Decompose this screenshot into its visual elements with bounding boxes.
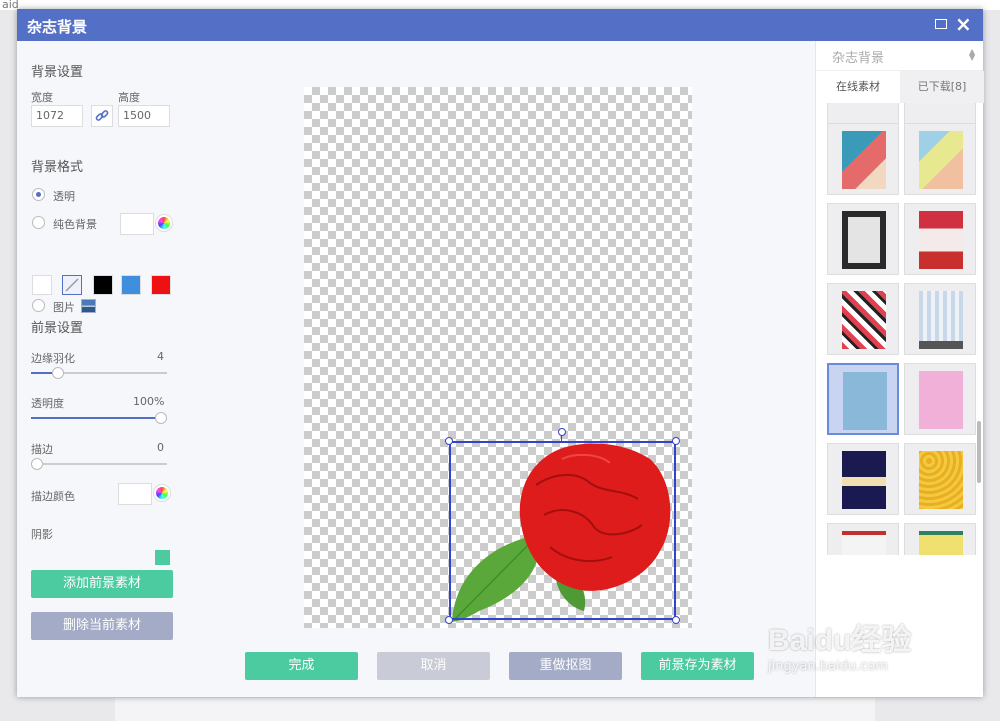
transparent-canvas[interactable] bbox=[304, 87, 692, 628]
swatch-white[interactable] bbox=[32, 275, 52, 295]
shadow-label: 阴影 bbox=[31, 528, 53, 541]
radio-solid[interactable] bbox=[32, 216, 45, 229]
stroke-slider[interactable] bbox=[31, 458, 167, 470]
selection-box[interactable] bbox=[449, 441, 676, 620]
cancel-button[interactable]: 取消 bbox=[377, 652, 490, 680]
color-wheel-icon[interactable] bbox=[156, 215, 172, 231]
feather-slider[interactable] bbox=[31, 367, 167, 379]
width-input[interactable]: 1072 bbox=[31, 105, 83, 127]
tab-downloaded[interactable]: 已下载[8] bbox=[900, 71, 984, 103]
settings-panel: 背景设置 宽度 高度 1072 1500 背景格式 透明 纯色背景 图片 前景设… bbox=[17, 41, 187, 697]
thumbnail[interactable] bbox=[904, 443, 976, 515]
radio-image-label: 图片 bbox=[53, 301, 75, 314]
canvas-stage: 完成 取消 重做抠图 前景存为素材 bbox=[187, 41, 815, 697]
thumbnail[interactable] bbox=[827, 123, 899, 195]
radio-image[interactable] bbox=[32, 299, 45, 312]
thumbnail-selected[interactable] bbox=[827, 363, 899, 435]
radio-transparent[interactable] bbox=[32, 188, 45, 201]
thumbnail[interactable] bbox=[827, 523, 899, 555]
opacity-value: 100% bbox=[133, 395, 165, 408]
shadow-toggle[interactable] bbox=[155, 550, 170, 565]
bg-settings-title: 背景设置 bbox=[31, 65, 84, 80]
bg-color-box[interactable] bbox=[120, 213, 154, 235]
stroke-label: 描边 bbox=[31, 443, 53, 456]
stroke-slider-knob[interactable] bbox=[31, 458, 43, 470]
thumbnail[interactable] bbox=[827, 283, 899, 355]
radio-solid-label: 纯色背景 bbox=[53, 218, 97, 231]
done-button[interactable]: 完成 bbox=[245, 652, 358, 680]
baidu-watermark: Baidu经验 jingyan.baidu.com bbox=[768, 615, 911, 674]
stroke-color-label: 描边颜色 bbox=[31, 490, 75, 503]
watermark-sub: jingyan.baidu.com bbox=[768, 659, 888, 674]
height-label: 高度 bbox=[118, 91, 140, 104]
thumbnail[interactable] bbox=[827, 203, 899, 275]
opacity-slider-fill bbox=[31, 417, 167, 419]
feather-label: 边缘羽化 bbox=[31, 352, 75, 365]
window-title: 杂志背景 bbox=[27, 18, 88, 36]
aspect-lock-button[interactable] bbox=[91, 105, 113, 127]
thumbnail-scrollbar[interactable] bbox=[977, 421, 981, 483]
thumbnail[interactable] bbox=[904, 203, 976, 275]
link-icon bbox=[95, 110, 109, 121]
radio-transparent-label: 透明 bbox=[53, 190, 75, 203]
image-icon[interactable] bbox=[81, 299, 96, 313]
feather-slider-knob[interactable] bbox=[52, 367, 65, 379]
stroke-color-wheel-icon[interactable] bbox=[154, 485, 170, 501]
swatch-black[interactable] bbox=[93, 275, 113, 295]
category-dropdown[interactable]: 杂志背景 ▲ ▼ bbox=[816, 41, 983, 71]
materials-panel: 杂志背景 ▲ ▼ 在线素材 已下载[8] bbox=[815, 41, 984, 697]
resize-handle-ne[interactable] bbox=[672, 437, 680, 445]
stroke-color-box[interactable] bbox=[118, 483, 152, 505]
rotate-handle[interactable] bbox=[558, 428, 566, 436]
width-label: 宽度 bbox=[31, 91, 53, 104]
category-label: 杂志背景 bbox=[832, 51, 885, 66]
close-icon[interactable]: × bbox=[955, 12, 972, 36]
background-page bbox=[115, 698, 875, 721]
thumbnail[interactable] bbox=[904, 363, 976, 435]
fg-settings-title: 前景设置 bbox=[31, 321, 84, 336]
tab-online[interactable]: 在线素材 bbox=[816, 71, 900, 103]
brush-icon bbox=[65, 278, 79, 292]
swatch-transparent[interactable] bbox=[62, 275, 82, 295]
watermark-main: Baidu经验 bbox=[768, 624, 912, 657]
delete-fg-button[interactable]: 删除当前素材 bbox=[31, 612, 173, 640]
maximize-icon[interactable] bbox=[935, 19, 947, 29]
resize-handle-se[interactable] bbox=[672, 616, 680, 624]
thumbnail[interactable] bbox=[904, 123, 976, 195]
thumbnail[interactable] bbox=[904, 523, 976, 555]
dialog-window: 杂志背景 × 背景设置 宽度 高度 1072 1500 背景格式 透明 纯色背景 bbox=[17, 9, 984, 697]
thumbnail[interactable] bbox=[827, 443, 899, 515]
add-fg-button[interactable]: 添加前景素材 bbox=[31, 570, 173, 598]
opacity-slider[interactable] bbox=[31, 412, 167, 424]
recut-button[interactable]: 重做抠图 bbox=[509, 652, 622, 680]
resize-handle-nw[interactable] bbox=[445, 437, 453, 445]
save-fg-button[interactable]: 前景存为素材 bbox=[641, 652, 754, 680]
swatch-red[interactable] bbox=[151, 275, 171, 295]
thumbnail[interactable] bbox=[904, 283, 976, 355]
feather-value: 4 bbox=[157, 350, 164, 363]
title-bar: 杂志背景 × bbox=[17, 9, 983, 41]
swatch-blue[interactable] bbox=[121, 275, 141, 295]
updown-arrow-icon: ▲ ▼ bbox=[969, 47, 976, 62]
opacity-slider-knob[interactable] bbox=[155, 412, 167, 424]
bg-format-title: 背景格式 bbox=[31, 160, 84, 175]
stroke-value: 0 bbox=[157, 441, 164, 454]
opacity-label: 透明度 bbox=[31, 397, 64, 410]
thumbnail-grid bbox=[816, 103, 983, 555]
height-input[interactable]: 1500 bbox=[118, 105, 170, 127]
resize-handle-sw[interactable] bbox=[445, 616, 453, 624]
